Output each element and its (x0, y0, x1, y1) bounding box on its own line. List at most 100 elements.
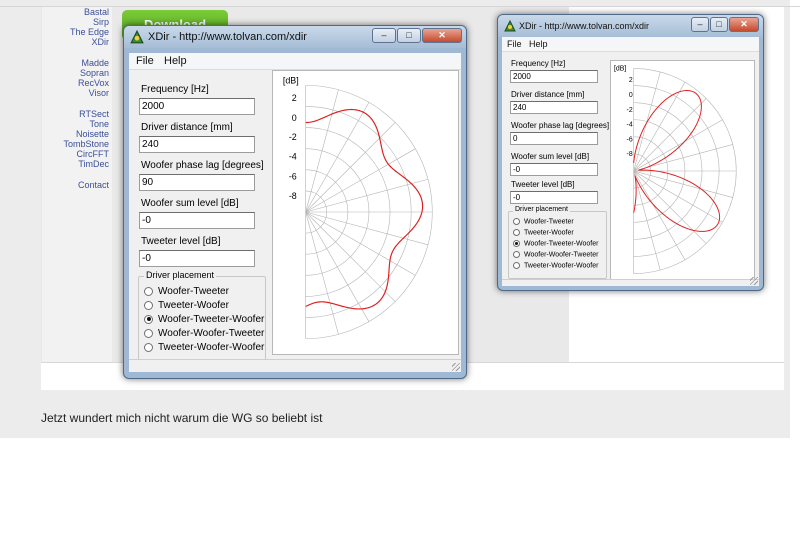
menu-bar: File Help (129, 53, 461, 70)
menu-help[interactable]: Help (164, 55, 187, 67)
minimize-icon: – (381, 30, 387, 40)
plot-tick-label: 0 (629, 92, 633, 99)
placement-option-label: Woofer-Woofer-Tweeter (524, 251, 599, 259)
tweeter-level-input[interactable] (139, 250, 255, 267)
xdir-window-main: XDir - http://www.tolvan.com/xdir – □ ✕ … (123, 25, 467, 379)
driver-placement-title: Driver placement (144, 270, 217, 280)
nav-link-bastal[interactable]: Bastal (42, 7, 109, 17)
plot-tick-label: -6 (289, 171, 297, 181)
window-client: File Help Frequency [Hz] Driver distance… (502, 37, 759, 286)
nav-link-tombstone[interactable]: TombStone (42, 139, 109, 149)
woofer-sum-level-input[interactable] (510, 163, 598, 176)
minimize-icon: – (697, 19, 703, 29)
resize-grip-icon[interactable] (452, 363, 460, 371)
radio-button (144, 300, 153, 310)
polar-plot: [dB] 2 0 -2 -4 -6 -8 (272, 70, 459, 355)
placement-option-label: Woofer-Tweeter-Woofer (158, 314, 265, 325)
post-caption: Jetzt wundert mich nicht warum die WG so… (41, 411, 323, 425)
close-button[interactable]: ✕ (422, 28, 462, 43)
menu-file[interactable]: File (136, 55, 154, 67)
nav-link-the-edge[interactable]: The Edge (42, 27, 109, 37)
nav-link-circfft[interactable]: CircFFT (42, 149, 110, 159)
frequency-input[interactable] (510, 70, 598, 83)
placement-option-tweeter-woofer-woofer[interactable]: Tweeter-Woofer-Woofer (144, 342, 264, 353)
polar-grid-spoke (633, 170, 707, 244)
nav-link-visor[interactable]: Visor (42, 88, 109, 98)
plot-tick-label: -2 (289, 132, 297, 142)
placement-option-woofer-tweeter-woofer[interactable]: Woofer-Tweeter-Woofer (144, 314, 264, 325)
nav-link-tone[interactable]: Tone (42, 119, 109, 129)
title-bar[interactable]: XDir - http://www.tolvan.com/xdir – □ ✕ (498, 15, 763, 37)
nav-link-rtsect[interactable]: RTSect (42, 109, 109, 119)
polar-grid-spoke (305, 211, 396, 302)
driver-placement-group: Driver placement Woofer-Tweeter Tweeter-… (138, 270, 266, 365)
tweeter-level-input[interactable] (510, 191, 598, 204)
polar-grid-spoke (633, 98, 707, 172)
resize-grip-icon[interactable] (750, 277, 758, 285)
minimize-button[interactable]: – (372, 28, 396, 43)
placement-option-label: Woofer-Woofer-Tweeter (158, 328, 265, 339)
placement-option-label: Tweeter-Woofer-Woofer (524, 262, 599, 270)
plot-tick-label: -8 (627, 151, 633, 158)
placement-option-woofer-tweeter[interactable]: Woofer-Tweeter (144, 286, 229, 297)
menu-help[interactable]: Help (529, 39, 548, 49)
nav-link-contact[interactable]: Contact (42, 180, 109, 190)
polar-response-curve (305, 108, 424, 310)
nav-link-madde[interactable]: Madde (42, 58, 109, 68)
radio-button (513, 229, 520, 236)
woofer-sum-level-label: Woofer sum level [dB] (141, 198, 239, 209)
radio-button (513, 251, 520, 258)
menu-bar: File Help (502, 37, 759, 52)
polar-plot: [dB] 2 0 -2 -4 -6 -8 (610, 60, 755, 283)
window-title: XDir - http://www.tolvan.com/xdir (519, 21, 650, 31)
placement-option-tweeter-woofer-woofer[interactable]: Tweeter-Woofer-Woofer (513, 262, 598, 269)
maximize-button[interactable]: □ (397, 28, 421, 43)
menu-file[interactable]: File (507, 39, 522, 49)
nav-link-timdec[interactable]: TimDec (42, 159, 109, 169)
close-icon: ✕ (438, 30, 446, 40)
woofer-phase-lag-input[interactable] (139, 174, 255, 191)
placement-option-tweeter-woofer[interactable]: Tweeter-Woofer (144, 300, 229, 311)
frequency-label: Frequency [Hz] (511, 59, 566, 68)
window-client: File Help Frequency [Hz] Driver distance… (129, 53, 461, 372)
nav-link-sopran[interactable]: Sopran (42, 68, 109, 78)
placement-option-label: Tweeter-Woofer (524, 229, 574, 237)
radio-button (144, 286, 153, 296)
woofer-phase-lag-label: Woofer phase lag [degrees] (141, 160, 264, 171)
window-title: XDir - http://www.tolvan.com/xdir (148, 31, 307, 43)
maximize-button[interactable]: □ (710, 17, 728, 32)
placement-option-woofer-woofer-tweeter[interactable]: Woofer-Woofer-Tweeter (513, 251, 598, 258)
plot-tick-label: 0 (292, 113, 297, 123)
polar-grid-spoke (633, 82, 686, 172)
title-bar[interactable]: XDir - http://www.tolvan.com/xdir – □ ✕ (124, 26, 466, 48)
driver-distance-input[interactable] (510, 101, 598, 114)
polar-grid-spoke (305, 122, 396, 213)
nav-link-recvox[interactable]: RecVox (42, 78, 109, 88)
plot-tick-label: -2 (627, 107, 633, 114)
xdir-app-icon (130, 30, 144, 44)
frequency-input[interactable] (139, 98, 255, 115)
driver-distance-label: Driver distance [mm] (141, 122, 233, 133)
plot-tick-label: 2 (292, 93, 297, 103)
radio-button (144, 342, 153, 352)
plot-tick-label: -4 (289, 152, 297, 162)
woofer-phase-lag-input[interactable] (510, 132, 598, 145)
minimize-button[interactable]: – (691, 17, 709, 32)
polar-response-curve (633, 90, 721, 232)
placement-option-woofer-tweeter-woofer[interactable]: Woofer-Tweeter-Woofer (513, 240, 598, 247)
placement-option-tweeter-woofer[interactable]: Tweeter-Woofer (513, 229, 574, 236)
frequency-label: Frequency [Hz] (141, 84, 209, 95)
driver-distance-input[interactable] (139, 136, 255, 153)
close-button[interactable]: ✕ (729, 17, 759, 32)
radio-button (513, 218, 520, 225)
placement-option-woofer-tweeter[interactable]: Woofer-Tweeter (513, 218, 574, 225)
nav-link-xdir[interactable]: XDir (42, 37, 110, 47)
woofer-sum-level-input[interactable] (139, 212, 255, 229)
driver-distance-label: Driver distance [mm] (511, 90, 585, 99)
placement-option-label: Tweeter-Woofer (158, 300, 229, 311)
nav-link-sirp[interactable]: Sirp (42, 17, 109, 27)
nav-link-noisette[interactable]: Noisette (42, 129, 109, 139)
tweeter-level-label: Tweeter level [dB] (511, 180, 575, 189)
plot-unit-label: [dB] (614, 65, 626, 72)
placement-option-woofer-woofer-tweeter[interactable]: Woofer-Woofer-Tweeter (144, 328, 264, 339)
